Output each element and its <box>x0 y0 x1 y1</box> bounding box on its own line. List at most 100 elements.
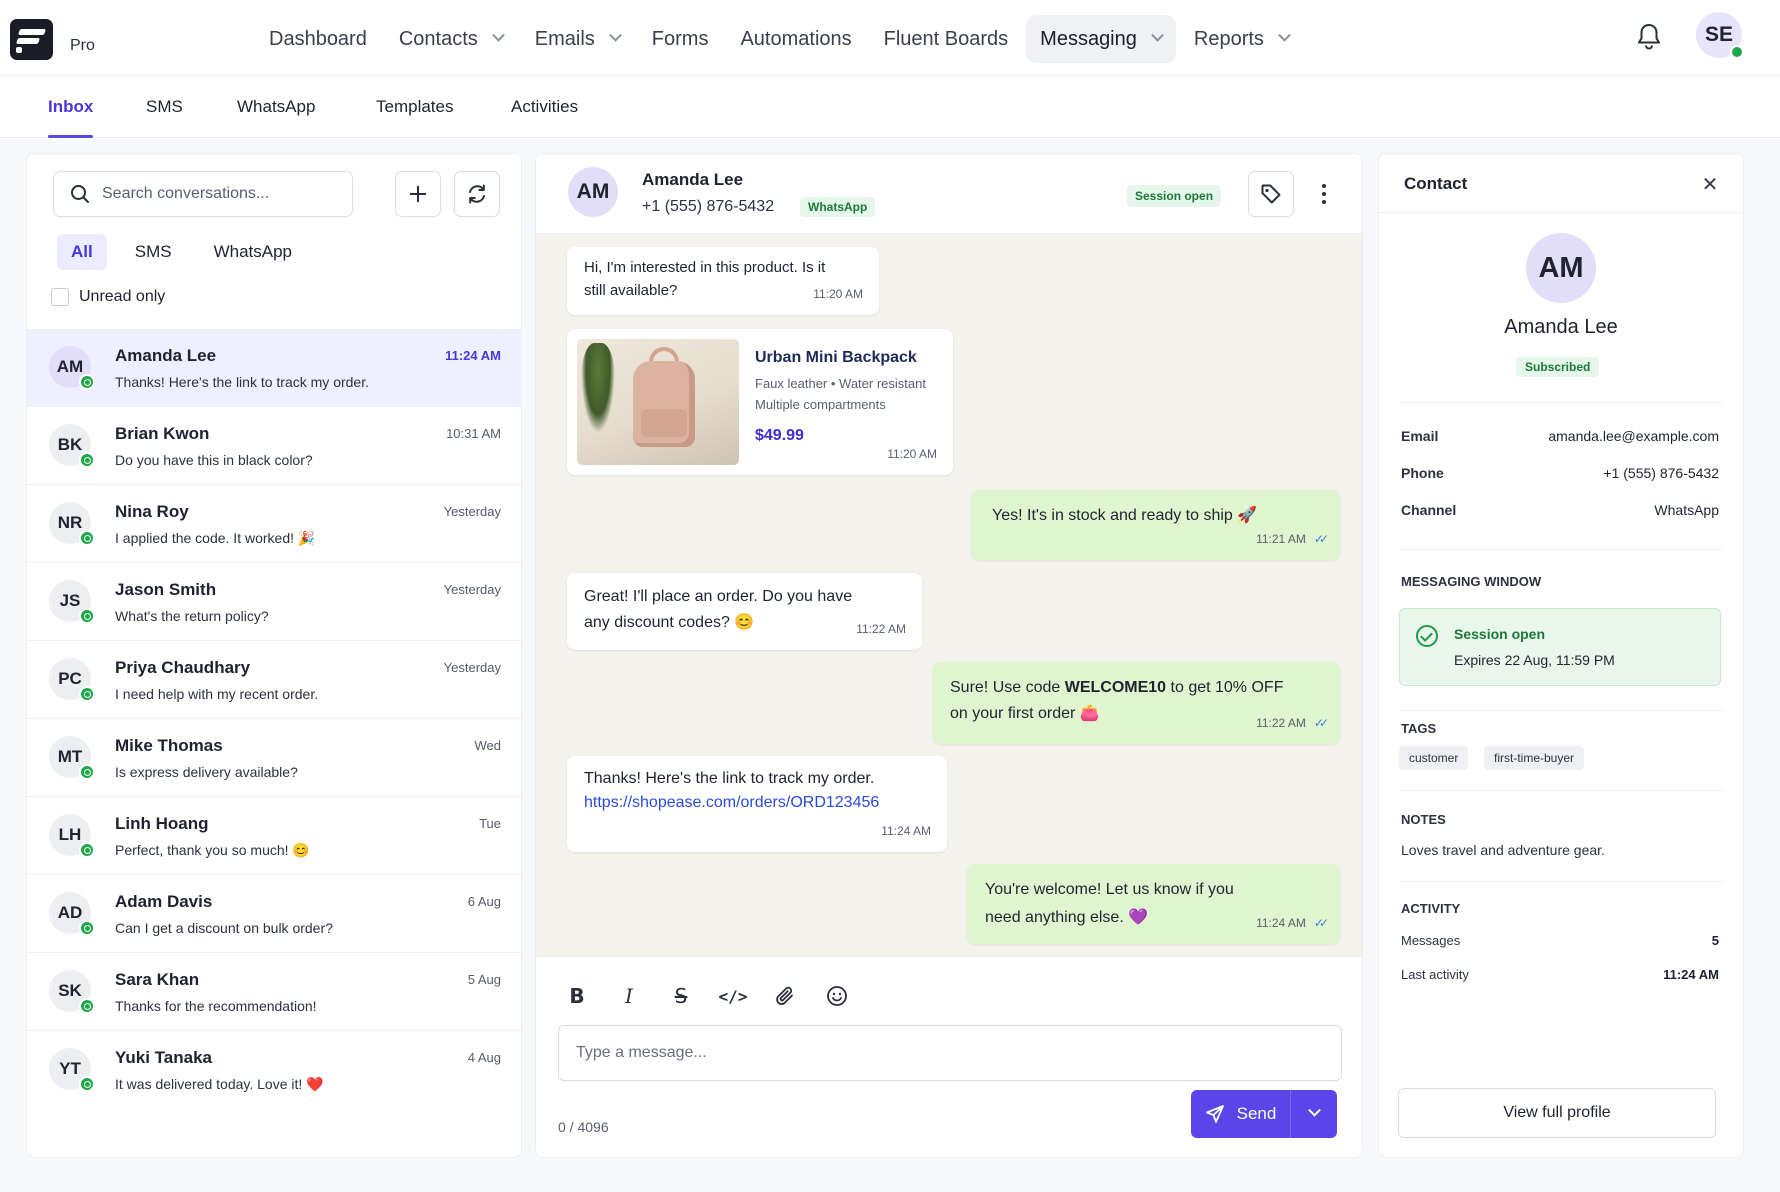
refresh-button[interactable] <box>454 171 500 217</box>
message-preview: Can I get a discount on bulk order? <box>115 920 333 936</box>
view-full-profile-button[interactable]: View full profile <box>1398 1088 1716 1138</box>
tab-inbox[interactable]: Inbox <box>48 76 94 138</box>
tab-activities[interactable]: Activities <box>511 76 578 138</box>
unread-only-toggle[interactable]: Unread only <box>51 288 165 306</box>
nav-automations[interactable]: Automations <box>726 15 865 63</box>
top-bar: Pro Dashboard Contacts Emails Forms Auto… <box>0 0 1780 76</box>
nav-emails[interactable]: Emails <box>521 15 634 63</box>
unread-only-checkbox[interactable] <box>51 288 69 306</box>
tag-button[interactable] <box>1248 171 1294 217</box>
check-circle-icon <box>1416 625 1438 647</box>
send-options-dropdown[interactable] <box>1291 1090 1337 1138</box>
tag-icon <box>1261 184 1281 204</box>
chat-contact-phone: +1 (555) 876-5432 <box>642 198 775 215</box>
search-input[interactable] <box>102 185 322 203</box>
nav-dashboard[interactable]: Dashboard <box>255 15 381 63</box>
close-icon[interactable]: ✕ <box>1696 170 1724 198</box>
more-options-icon[interactable] <box>1312 174 1336 214</box>
conversation-item[interactable]: MT Mike Thomas Wed Is express delivery a… <box>27 719 521 797</box>
conversation-time: Wed <box>474 738 502 753</box>
whatsapp-icon <box>79 1076 95 1092</box>
filter-all[interactable]: All <box>57 234 107 270</box>
bell-icon[interactable] <box>1636 22 1662 50</box>
chevron-down-icon <box>491 28 505 42</box>
conversation-list: AM Amanda Lee 11:24 AM Thanks! Here's th… <box>27 329 521 1109</box>
user-avatar[interactable]: SE <box>1696 12 1744 59</box>
tab-whatsapp[interactable]: WhatsApp <box>237 76 315 138</box>
conversation-item[interactable]: NR Nina Roy Yesterday I applied the code… <box>27 485 521 563</box>
product-card[interactable]: Urban Mini Backpack Faux leather • Water… <box>567 329 953 475</box>
tracking-link[interactable]: https://shopease.com/orders/ORD123456 <box>584 791 879 815</box>
new-conversation-button[interactable] <box>395 171 441 217</box>
nav-fluent-boards[interactable]: Fluent Boards <box>870 15 1023 63</box>
contact-field-email: Email amanda.lee@example.com <box>1401 428 1719 444</box>
panel-title: Contact <box>1404 174 1468 193</box>
activity-last: Last activity 11:24 AM <box>1401 967 1719 982</box>
nav-forms[interactable]: Forms <box>638 15 723 63</box>
avatar: BK <box>49 424 95 468</box>
tag-chip[interactable]: customer <box>1399 746 1469 770</box>
conversation-time: 6 Aug <box>467 894 501 909</box>
product-image <box>577 339 739 465</box>
avatar: PC <box>49 658 95 702</box>
contact-field-channel: Channel WhatsApp <box>1401 502 1719 518</box>
send-button[interactable]: Send <box>1191 1090 1291 1138</box>
nav-messaging[interactable]: Messaging <box>1026 15 1176 63</box>
nav-contacts[interactable]: Contacts <box>385 15 517 63</box>
incoming-message: Thanks! Here's the link to track my orde… <box>567 756 947 852</box>
message-preview: Do you have this in black color? <box>115 452 313 468</box>
conversation-time: 11:24 AM <box>445 348 501 363</box>
avatar: AM <box>49 346 95 390</box>
code-icon[interactable]: </> <box>714 977 752 1015</box>
message-preview: Thanks! Here's the link to track my orde… <box>115 374 369 390</box>
chat-contact-name: Amanda Lee <box>642 170 744 189</box>
conversation-item[interactable]: BK Brian Kwon 10:31 AM Do you have this … <box>27 407 521 485</box>
conversation-item[interactable]: JS Jason Smith Yesterday What's the retu… <box>27 563 521 641</box>
contact-name: Priya Chaudhary <box>115 658 251 677</box>
tag-chip[interactable]: first-time-buyer <box>1484 746 1585 770</box>
message-time: 11:20 AM <box>887 447 937 461</box>
conversation-item[interactable]: AM Amanda Lee 11:24 AM Thanks! Here's th… <box>27 329 521 407</box>
conversation-item[interactable]: PC Priya Chaudhary Yesterday I need help… <box>27 641 521 719</box>
attachment-icon[interactable] <box>766 977 804 1015</box>
message-input[interactable] <box>558 1025 1342 1081</box>
contact-name: Amanda Lee <box>1504 316 1618 338</box>
emoji-icon[interactable] <box>818 977 856 1015</box>
message-thread: Hi, I'm interested in this product. Is i… <box>536 234 1362 956</box>
unread-only-label: Unread only <box>79 288 166 305</box>
filter-whatsapp[interactable]: WhatsApp <box>200 234 306 270</box>
chevron-down-icon <box>1278 28 1291 42</box>
app-logo-icon[interactable] <box>10 19 53 60</box>
filter-sms[interactable]: SMS <box>121 234 186 270</box>
double-check-icon: ✓✓ <box>1313 532 1329 546</box>
conversation-item[interactable]: AD Adam Davis 6 Aug Can I get a discount… <box>27 875 521 953</box>
section-heading: MESSAGING WINDOW <box>1401 574 1542 589</box>
channel-badge: WhatsApp <box>800 197 876 217</box>
bold-icon[interactable]: B <box>558 977 596 1015</box>
whatsapp-icon <box>79 452 95 468</box>
search-box[interactable] <box>53 171 353 217</box>
tab-sms[interactable]: SMS <box>146 76 183 138</box>
avatar: YT <box>49 1048 95 1092</box>
conversation-item[interactable]: YT Yuki Tanaka 4 Aug It was delivered to… <box>27 1031 521 1109</box>
section-heading: NOTES <box>1401 812 1446 827</box>
whatsapp-icon <box>79 608 95 624</box>
contact-notes: Loves travel and adventure gear. <box>1401 842 1605 858</box>
conversation-time: 10:31 AM <box>446 426 501 441</box>
strikethrough-icon[interactable]: S <box>662 977 700 1015</box>
message-time: 11:22 AM <box>856 622 906 636</box>
conversation-item[interactable]: SK Sara Khan 5 Aug Thanks for the recomm… <box>27 953 521 1031</box>
nav-reports[interactable]: Reports <box>1180 15 1303 63</box>
conversation-list-panel: All SMS WhatsApp Unread only AM Amanda L… <box>26 153 522 1158</box>
chevron-down-icon <box>1151 28 1164 42</box>
message-preview: Is express delivery available? <box>115 764 298 780</box>
tab-templates[interactable]: Templates <box>376 76 453 138</box>
conversation-item[interactable]: LH Linh Hoang Tue Perfect, thank you so … <box>27 797 521 875</box>
conversation-time: Yesterday <box>443 504 501 519</box>
session-status-badge: Session open <box>1127 185 1222 207</box>
contact-name: Adam Davis <box>115 892 213 911</box>
italic-icon[interactable]: I <box>610 977 648 1015</box>
whatsapp-icon <box>79 998 95 1014</box>
message-time: 11:20 AM <box>813 287 863 301</box>
online-status-icon <box>1730 45 1744 59</box>
